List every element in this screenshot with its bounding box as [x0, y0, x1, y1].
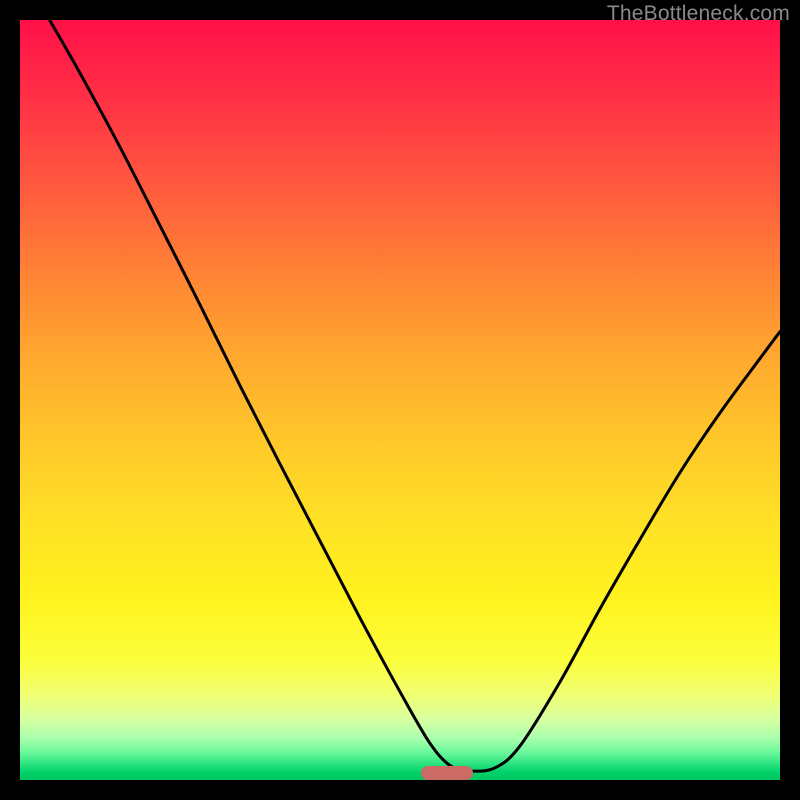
curve-path: [50, 20, 780, 771]
chart-frame: TheBottleneck.com: [0, 0, 800, 800]
plot-area: [20, 20, 780, 780]
bottleneck-curve: [20, 20, 780, 780]
optimal-range-marker: [421, 766, 473, 780]
